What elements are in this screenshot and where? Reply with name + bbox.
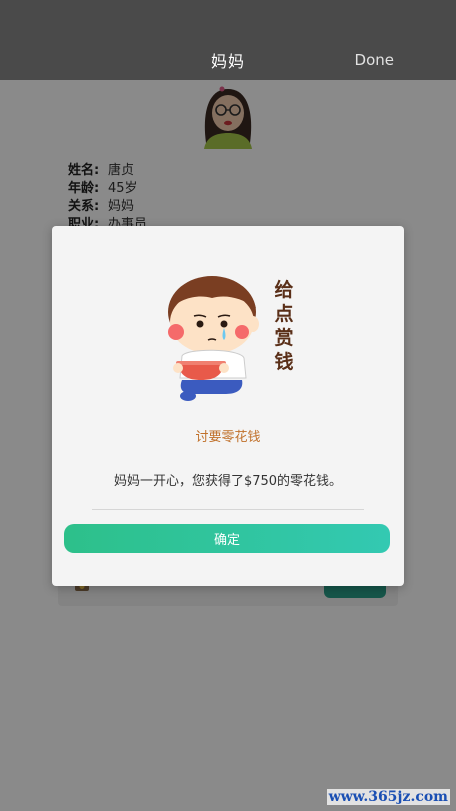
nav-bar: 妈妈 Done [0,0,456,80]
dialog-divider [92,509,364,510]
illustration-caption-char: 给 [274,278,293,301]
illustration-caption-char: 赏 [274,326,293,349]
dialog-message: 妈妈一开心，您获得了$750的零花钱。 [113,474,343,489]
confirm-button[interactable]: 确定 [64,524,390,553]
illustration-caption-char: 钱 [274,350,293,373]
dialog-subtitle: 讨要零花钱 [195,430,261,445]
done-button[interactable]: Done [355,51,394,69]
site-watermark: www.365jz.com [326,789,450,805]
reward-dialog: 给 点 赏 钱 讨要零花钱 妈妈一开心，您获得了$750的零花钱。 确定 [52,226,404,586]
boy-begging-illustration: 给 点 赏 钱 [168,276,294,401]
illustration-caption-char: 点 [274,303,293,325]
